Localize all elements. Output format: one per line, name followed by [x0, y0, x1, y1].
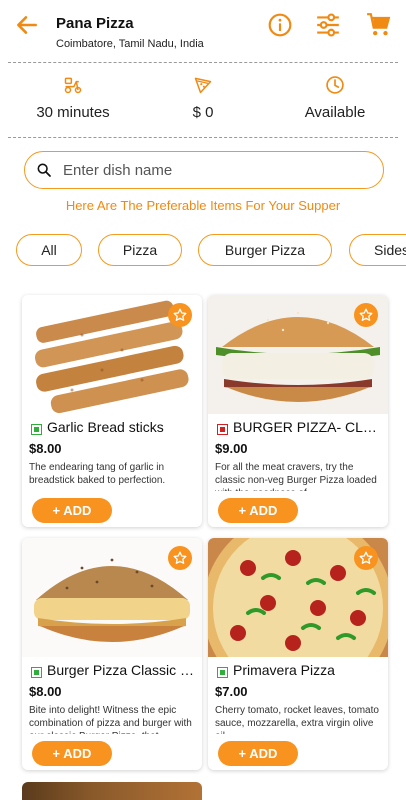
product-price: $8.00: [29, 441, 62, 456]
product-description: The endearing tang of garlic in breadsti…: [29, 462, 166, 486]
search-bar: [24, 151, 384, 189]
product-card[interactable]: Primavera Pizza $7.00 Cherry tomato, roc…: [208, 538, 388, 770]
restaurant-title: Pana Pizza: [56, 15, 134, 32]
delivery-fee-value: $ 0: [192, 104, 214, 121]
product-name: Burger Pizza Classic Veg: [47, 662, 197, 678]
delivery-scooter-icon: [64, 77, 82, 94]
veg-indicator-icon: [31, 667, 42, 678]
app-header: Pana Pizza Coimbatore, Tamil Nadu, India: [0, 0, 406, 60]
product-card[interactable]: BURGER PIZZA- CLASSIC NON VEG $9.00 For …: [208, 295, 388, 527]
product-description: Bite into delight! Witness the epic comb…: [29, 705, 192, 734]
favorite-star-icon[interactable]: [354, 303, 378, 327]
veg-indicator-icon: [217, 667, 228, 678]
product-price: $8.00: [29, 684, 62, 699]
delivery-time-value: 30 minutes: [36, 104, 110, 121]
chip-all[interactable]: All: [16, 234, 82, 266]
add-button[interactable]: + ADD: [218, 741, 298, 766]
add-button[interactable]: + ADD: [218, 498, 298, 523]
tagline: Here Are The Preferable Items For Your S…: [65, 198, 341, 213]
search-input[interactable]: [63, 158, 363, 182]
divider: [8, 62, 398, 63]
filter-sliders-icon[interactable]: [315, 12, 341, 38]
category-chips: All Pizza Burger Pizza Sides: [0, 234, 406, 268]
product-price: $7.00: [215, 684, 248, 699]
back-arrow-icon[interactable]: [14, 12, 40, 38]
product-card[interactable]: Garlic Bread sticks $8.00 The endearing …: [22, 295, 202, 527]
add-button[interactable]: + ADD: [32, 498, 112, 523]
favorite-star-icon[interactable]: [168, 546, 192, 570]
delivery-fee-stat: $ 0: [148, 75, 258, 121]
cart-icon[interactable]: [366, 12, 392, 38]
product-description: For all the meat cravers, try the classi…: [215, 462, 377, 491]
product-card-peek: [22, 782, 202, 800]
veg-indicator-icon: [31, 424, 42, 435]
pizza-slice-icon: [194, 77, 212, 94]
product-name: Primavera Pizza: [233, 662, 335, 678]
nonveg-indicator-icon: [217, 424, 228, 435]
favorite-star-icon[interactable]: [168, 303, 192, 327]
availability-value: Available: [304, 104, 366, 121]
search-icon: [37, 163, 51, 177]
availability-stat: Available: [280, 75, 390, 121]
product-description: Cherry tomato, rocket leaves, tomato sau…: [215, 705, 379, 734]
chip-pizza[interactable]: Pizza: [98, 234, 182, 266]
chip-sides[interactable]: Sides: [349, 234, 406, 266]
divider: [8, 137, 398, 138]
chip-burger-pizza[interactable]: Burger Pizza: [198, 234, 332, 266]
favorite-star-icon[interactable]: [354, 546, 378, 570]
product-name: Garlic Bread sticks: [47, 419, 164, 435]
info-icon[interactable]: [267, 12, 293, 38]
add-button[interactable]: + ADD: [32, 741, 112, 766]
product-price: $9.00: [215, 441, 248, 456]
delivery-time-stat: 30 minutes: [18, 75, 128, 121]
product-card[interactable]: Burger Pizza Classic Veg $8.00 Bite into…: [22, 538, 202, 770]
clock-icon: [326, 76, 344, 94]
product-name: BURGER PIZZA- CLASSIC NON VEG: [233, 419, 383, 435]
restaurant-location: Coimbatore, Tamil Nadu, India: [56, 38, 204, 50]
